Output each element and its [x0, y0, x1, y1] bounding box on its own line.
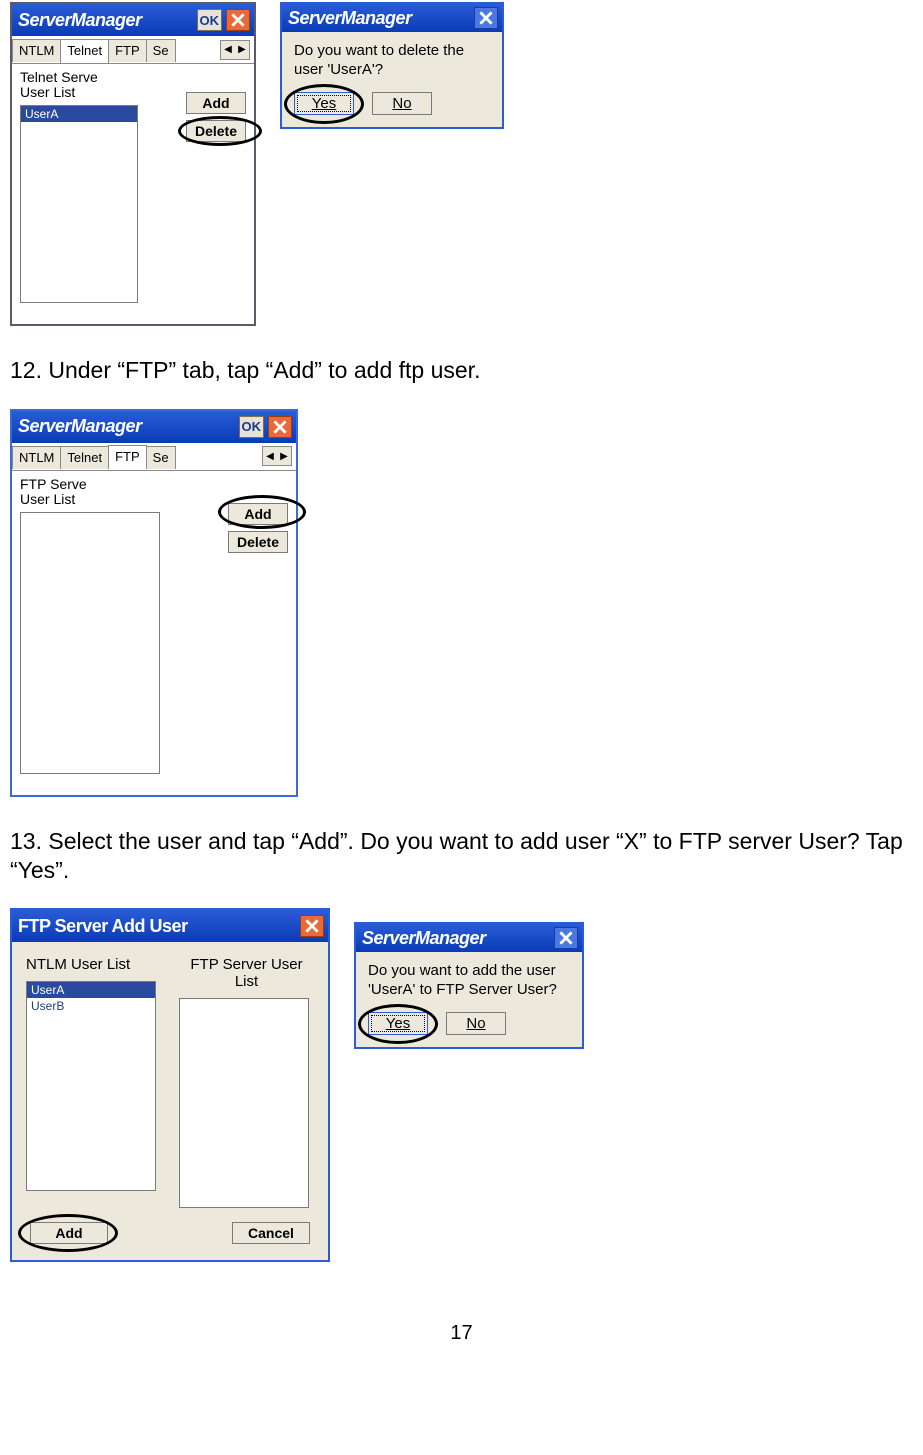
confirm-add-dialog: ServerManager Do you want to add the use…: [354, 922, 584, 1049]
close-button[interactable]: [300, 915, 324, 937]
window-title: ServerManager: [286, 8, 470, 29]
titlebar: ServerManager: [282, 4, 502, 32]
cancel-button[interactable]: Cancel: [232, 1222, 310, 1244]
tab-telnet[interactable]: Telnet: [60, 39, 109, 63]
dialog-message: Do you want to delete the user 'UserA'?: [282, 32, 502, 92]
close-button[interactable]: [554, 927, 578, 949]
userlist-label: Telnet Serve User List: [20, 70, 176, 101]
spin-right-icon: ▶: [277, 447, 291, 465]
window-title: FTP Server Add User: [16, 916, 296, 937]
add-button[interactable]: Add: [228, 503, 288, 525]
add-button[interactable]: Add: [186, 92, 246, 114]
ok-button[interactable]: OK: [239, 416, 265, 438]
confirm-delete-dialog: ServerManager Do you want to delete the …: [280, 2, 504, 129]
step-12-text: 12. Under “FTP” tab, tap “Add” to add ft…: [10, 356, 913, 385]
no-button[interactable]: No: [372, 92, 432, 115]
yes-button[interactable]: Yes: [294, 92, 354, 115]
close-button[interactable]: [474, 7, 498, 29]
spin-right-icon: ▶: [235, 41, 249, 59]
titlebar: ServerManager OK: [12, 4, 254, 36]
add-button[interactable]: Add: [30, 1222, 108, 1244]
ftp-server-user-listbox[interactable]: [179, 998, 309, 1208]
ntlm-list-label: NTLM User List: [26, 956, 161, 973]
servermanager-ftp-window: ServerManager OK NTLM Telnet FTP Se ◀▶ F…: [10, 409, 298, 797]
ftp-user-listbox[interactable]: [20, 512, 160, 774]
close-button[interactable]: [226, 9, 250, 31]
tab-ntlm[interactable]: NTLM: [12, 39, 61, 62]
titlebar: ServerManager OK: [12, 411, 296, 443]
tab-spin[interactable]: ◀▶: [262, 446, 292, 466]
step-13-text: 13. Select the user and tap “Add”. Do yo…: [10, 827, 913, 885]
tab-se[interactable]: Se: [146, 446, 176, 469]
servermanager-telnet-window: ServerManager OK NTLM Telnet FTP Se ◀▶ T…: [10, 2, 256, 326]
no-button[interactable]: No: [446, 1012, 506, 1035]
tab-telnet[interactable]: Telnet: [60, 446, 109, 469]
titlebar: ServerManager: [356, 924, 582, 952]
close-icon: [559, 931, 573, 945]
window-title: ServerManager: [360, 928, 550, 949]
titlebar: FTP Server Add User: [12, 910, 328, 942]
yes-button[interactable]: Yes: [368, 1012, 428, 1035]
telnet-user-listbox[interactable]: UserA: [20, 105, 138, 303]
list-item[interactable]: UserB: [27, 998, 155, 1014]
delete-button[interactable]: Delete: [186, 120, 246, 142]
tab-ftp[interactable]: FTP: [108, 445, 147, 469]
delete-button[interactable]: Delete: [228, 531, 288, 553]
dialog-message: Do you want to add the user 'UserA' to F…: [356, 952, 582, 1012]
page-number: 17: [10, 1322, 913, 1345]
tab-se[interactable]: Se: [146, 39, 176, 62]
tab-spin[interactable]: ◀▶: [220, 40, 250, 60]
ntlm-user-listbox[interactable]: UserA UserB: [26, 981, 156, 1191]
close-button[interactable]: [268, 416, 292, 438]
ftp-add-user-window: FTP Server Add User NTLM User List UserA…: [10, 908, 330, 1262]
tab-ftp[interactable]: FTP: [108, 39, 147, 62]
close-icon: [305, 919, 319, 933]
tab-ntlm[interactable]: NTLM: [12, 446, 61, 469]
list-item[interactable]: UserA: [21, 106, 137, 122]
close-icon: [479, 11, 493, 25]
close-icon: [231, 13, 245, 27]
window-title: ServerManager: [16, 416, 235, 437]
window-title: ServerManager: [16, 10, 193, 31]
userlist-label: FTP Serve User List: [20, 477, 218, 508]
spin-left-icon: ◀: [263, 447, 277, 465]
ok-button[interactable]: OK: [197, 9, 223, 31]
ftp-list-label: FTP Server User List: [179, 956, 314, 990]
tabstrip: NTLM Telnet FTP Se ◀▶: [12, 443, 296, 471]
close-icon: [273, 420, 287, 434]
spin-left-icon: ◀: [221, 41, 235, 59]
list-item[interactable]: UserA: [27, 982, 155, 998]
tabstrip: NTLM Telnet FTP Se ◀▶: [12, 36, 254, 64]
